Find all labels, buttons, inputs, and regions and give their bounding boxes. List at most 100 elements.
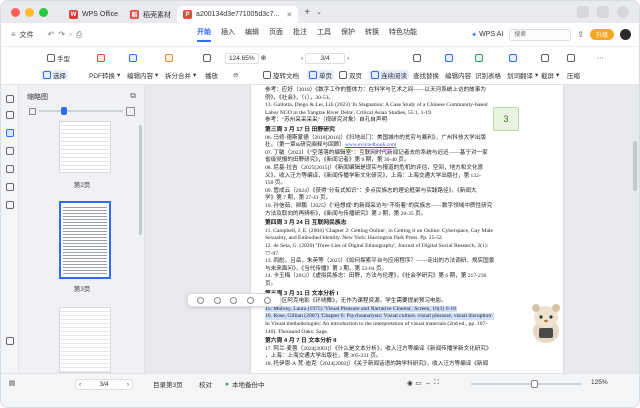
panel-options-icon[interactable]: ⧉ xyxy=(130,91,136,101)
attachment-icon[interactable] xyxy=(6,165,14,173)
next-page-icon[interactable]: › xyxy=(127,381,129,388)
play-icon[interactable] xyxy=(203,54,211,62)
zoom-out-icon[interactable]: ⊖ xyxy=(233,71,238,79)
rotate-button[interactable]: 旋转文档 xyxy=(263,70,299,80)
status-zoom[interactable]: 125% xyxy=(591,379,608,386)
copy-icon[interactable] xyxy=(213,296,221,304)
edit-content-icon[interactable] xyxy=(129,54,137,62)
tab-start[interactable]: 开始 xyxy=(197,27,211,42)
translate-icon[interactable] xyxy=(509,54,517,62)
play-button[interactable]: 播放 xyxy=(205,70,218,80)
fit-width-icon[interactable]: ⇔ xyxy=(425,380,432,387)
tab-protect[interactable]: 保护 xyxy=(341,27,355,42)
tab-page[interactable]: 页面 xyxy=(269,27,283,42)
thumbnail-scrollbar[interactable] xyxy=(139,125,142,235)
chevron-down-icon[interactable]: ⌄ xyxy=(316,8,322,16)
tab-features[interactable]: 特色功能 xyxy=(389,27,417,42)
tab-annotate[interactable]: 批注 xyxy=(293,27,307,42)
slider-handle[interactable] xyxy=(61,107,67,115)
highlight-icon[interactable] xyxy=(196,296,204,304)
edit-content-button[interactable]: 编辑内容 ▾ xyxy=(127,70,158,80)
file-menu[interactable]: ≡ 文件 ↶ ↷ ▫ ⎙ xyxy=(1,30,151,40)
find-replace-button[interactable]: 查找替换 xyxy=(413,70,439,80)
delete-icon[interactable] xyxy=(264,296,272,304)
zoom-in-icon[interactable]: ⊕ xyxy=(261,54,267,62)
thumbnail-page-4[interactable] xyxy=(59,307,111,373)
screenshot-button[interactable]: 截屏 ▾ xyxy=(541,70,559,80)
avatar[interactable] xyxy=(620,29,631,40)
minimize-window-button[interactable] xyxy=(25,7,34,17)
tab-insert[interactable]: 插入 xyxy=(221,27,235,42)
page-number-input[interactable]: 3/4 xyxy=(305,52,346,64)
translate-selection-icon[interactable] xyxy=(230,296,238,304)
document-scrollbar[interactable] xyxy=(633,141,637,191)
undo-icon[interactable]: ↶ xyxy=(48,30,55,39)
more-icon[interactable]: ⋯ xyxy=(597,54,604,62)
redo-icon[interactable]: ↷ xyxy=(58,30,65,39)
save-icon[interactable]: ▫ xyxy=(69,30,72,39)
tab-pdf-document[interactable]: P a200134d3e771005d3c7... ✕ xyxy=(177,6,299,23)
grid-apps-icon[interactable] xyxy=(597,6,609,18)
pdf-convert-button[interactable]: PDF转换 ▾ xyxy=(89,70,120,80)
split-merge-button[interactable]: 拆分合并 ▾ xyxy=(165,70,196,80)
edit-page-icon[interactable] xyxy=(445,54,453,62)
status-page-box[interactable]: ‹ 3/4 › xyxy=(75,379,133,390)
compress-icon[interactable] xyxy=(567,54,575,62)
reference-link[interactable]: www.evictedbook.com xyxy=(345,142,397,148)
ocr-icon[interactable] xyxy=(475,54,483,62)
new-tab-icon[interactable]: + xyxy=(304,7,310,18)
close-tab-icon[interactable]: ✕ xyxy=(286,11,292,19)
tab-wps-office[interactable]: W WPS Office xyxy=(63,6,124,23)
bookmark-icon[interactable] xyxy=(6,111,14,119)
tab-tools[interactable]: 工具 xyxy=(317,27,331,42)
upgrade-button[interactable]: 升级 xyxy=(589,29,614,40)
thumbnail-page-3[interactable] xyxy=(59,201,111,279)
settings-icon[interactable] xyxy=(6,337,14,345)
proofread-button[interactable]: 校对 xyxy=(199,379,212,389)
translate-button[interactable]: 划词翻译 ▾ xyxy=(507,70,538,80)
select-tool-button[interactable]: 选择 xyxy=(41,70,68,80)
eye-icon[interactable]: ◉ xyxy=(407,379,413,387)
share-icon[interactable]: ⇪ xyxy=(577,30,584,39)
thumbnail-panel-icon[interactable] xyxy=(6,95,14,103)
fullscreen-icon[interactable]: ⛶ xyxy=(434,379,439,387)
layers-icon[interactable] xyxy=(6,183,14,191)
prev-page-icon[interactable]: ‹ xyxy=(79,381,81,388)
hand-tool-button[interactable]: 手型 xyxy=(47,53,70,63)
tab-convert[interactable]: 转换 xyxy=(365,27,379,42)
thumbnail-page-2[interactable] xyxy=(59,121,111,173)
close-window-button[interactable] xyxy=(11,7,20,17)
ocr-button[interactable]: 识别表格 xyxy=(475,70,501,80)
zoom-slider[interactable] xyxy=(471,380,581,388)
window-layout-icon[interactable] xyxy=(577,6,589,18)
search-panel-icon[interactable] xyxy=(6,201,14,209)
single-view-icon[interactable]: ▭ xyxy=(416,379,422,387)
edit-page-button[interactable]: 编辑内容 xyxy=(445,70,471,80)
tab-docer[interactable]: 稻 稻壳素材 xyxy=(124,6,177,23)
status-page-navigator[interactable]: ‹ 3/4 › xyxy=(75,379,133,390)
print-icon[interactable]: ⎙ xyxy=(76,30,82,40)
zoom-slider-handle[interactable] xyxy=(531,380,538,388)
sidebar-toggle-icon[interactable]: ▤ xyxy=(9,379,15,387)
screenshot-icon[interactable] xyxy=(541,54,549,62)
double-page-button[interactable]: 双页 xyxy=(339,70,362,80)
find-replace-icon[interactable] xyxy=(413,54,421,62)
zoom-combobox[interactable]: 124.65% ⊕ xyxy=(225,52,267,64)
annotation-list-icon[interactable] xyxy=(6,147,14,155)
prev-page-icon[interactable]: ‹ xyxy=(301,55,303,62)
compress-button[interactable]: 压缩 xyxy=(567,70,580,80)
next-page-icon[interactable]: › xyxy=(347,55,349,62)
search-input[interactable] xyxy=(509,28,572,41)
tab-edit[interactable]: 编辑 xyxy=(245,27,259,42)
wps-ai-button[interactable]: ✦ WPS AI xyxy=(471,31,503,39)
slider-track[interactable] xyxy=(39,107,123,115)
zoom-value[interactable]: 124.65% xyxy=(225,52,259,64)
page-thumbnails-icon[interactable] xyxy=(6,129,14,137)
single-page-button[interactable]: 单页 xyxy=(307,70,334,80)
pdf-convert-icon[interactable] xyxy=(97,54,105,62)
page-navigator[interactable]: ‹ 3/4 › xyxy=(301,52,349,64)
maximize-window-button[interactable] xyxy=(39,7,48,17)
continuous-read-button[interactable]: 连续阅读 xyxy=(369,70,409,80)
thumbnail-size-slider[interactable] xyxy=(29,106,135,116)
split-merge-icon[interactable] xyxy=(165,54,173,62)
